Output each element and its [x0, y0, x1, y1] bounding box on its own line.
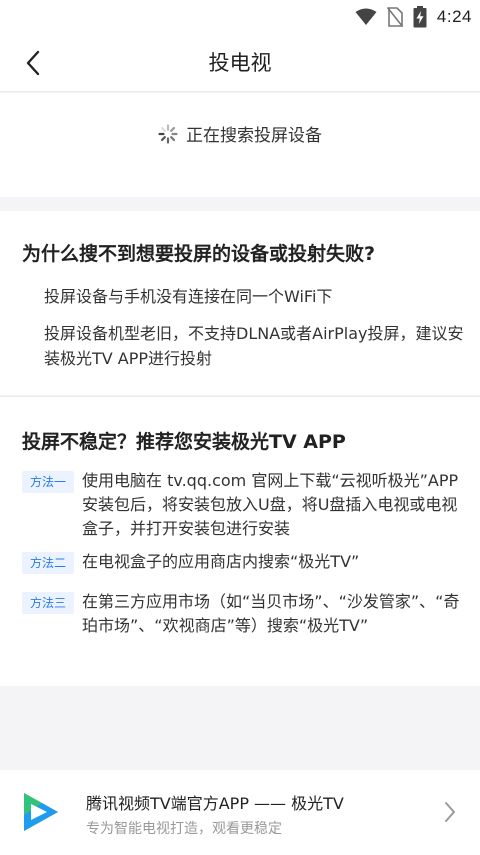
- banner-title: 腾讯视频TV端官方APP —— 极光TV: [86, 794, 344, 813]
- app-download-banner[interactable]: 腾讯视频TV端官方APP —— 极光TV 专为智能电视打造，观看更稳定: [0, 770, 480, 855]
- method-text: 在第三方应用市场（如“当贝市场”、“沙发管家”、“奇珀市场”、“欢视商店”等）搜…: [82, 592, 460, 635]
- back-button[interactable]: [16, 46, 50, 80]
- reason-item: 投屏设备与手机没有连接在同一个WiFi下: [44, 287, 333, 306]
- unstable-card: 投屏不稳定？推荐您安装极光TV APP 方法一 使用电脑在 tv.qq.com …: [0, 396, 480, 686]
- method-tag: 方法二: [22, 552, 74, 574]
- status-time: 4:24: [436, 7, 472, 26]
- search-status: 正在搜索投屏设备: [0, 121, 480, 146]
- search-status-text: 正在搜索投屏设备: [186, 126, 322, 146]
- troubleshoot-title: 为什么搜不到想要投屏的设备或投射失败?: [22, 243, 376, 265]
- no-sim-icon: [386, 7, 403, 27]
- method-tag: 方法一: [22, 471, 74, 493]
- method-tag: 方法三: [22, 592, 74, 614]
- wifi-icon: [355, 8, 377, 25]
- battery-charging-icon: [413, 6, 427, 28]
- loading-spinner-icon: [158, 123, 178, 144]
- method-text: 使用电脑在 tv.qq.com 官网上下载“云视听极光”APP安装包后，将安装包…: [82, 471, 459, 538]
- method-text: 在电视盒子的应用商店内搜索“极光TV”: [82, 552, 360, 571]
- troubleshoot-card: 为什么搜不到想要投屏的设备或投射失败? 投屏设备与手机没有连接在同一个WiFi下…: [0, 211, 480, 395]
- chevron-left-icon: [26, 50, 40, 76]
- page-title: 投电视: [208, 51, 272, 75]
- status-icons: 4:24: [355, 6, 472, 28]
- banner-subtitle: 专为智能电视打造，观看更稳定: [86, 821, 282, 837]
- status-bar: 4:24: [0, 0, 480, 34]
- unstable-title: 投屏不稳定？推荐您安装极光TV APP: [22, 431, 346, 453]
- search-panel: 正在搜索投屏设备: [0, 93, 480, 197]
- reason-item: 投屏设备机型老旧，不支持DLNA或者AirPlay投屏，建议安装极光TV APP…: [44, 324, 464, 368]
- tencent-video-logo-icon: [24, 793, 58, 831]
- chevron-right-icon: [445, 802, 455, 822]
- nav-bar: 投电视: [0, 34, 480, 92]
